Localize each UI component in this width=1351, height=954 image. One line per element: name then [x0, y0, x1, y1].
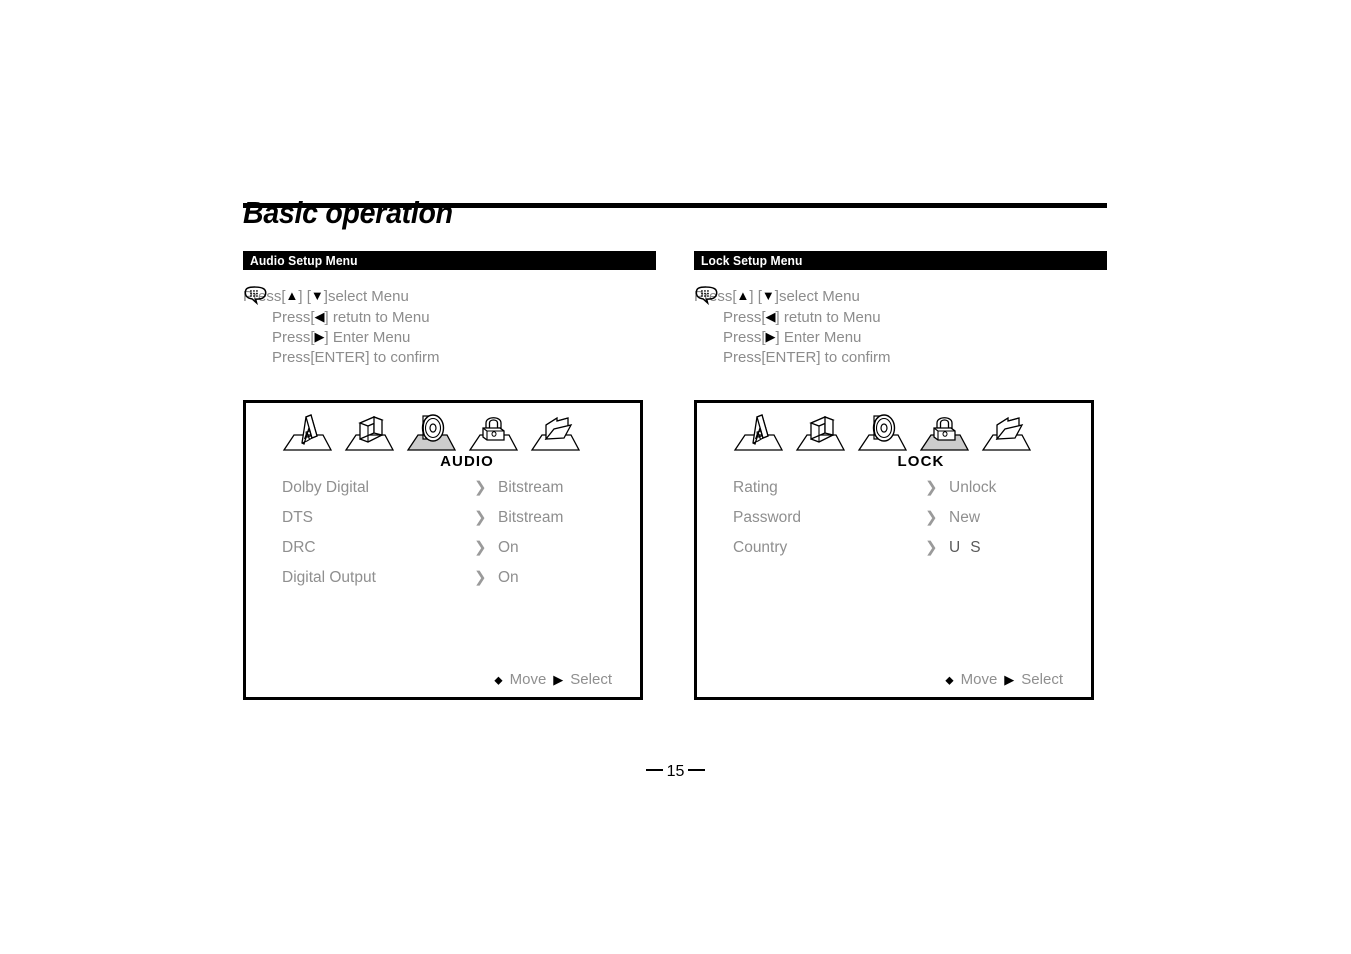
- menu-item-value: On: [498, 569, 519, 586]
- audio-mode-label: AUDIO: [440, 453, 494, 470]
- menu-item-label: Rating: [733, 479, 778, 496]
- right-arrow-icon: ▶: [1004, 672, 1015, 687]
- instruction-line-select: Press[▲] [▼]select Menu: [243, 288, 409, 305]
- video-box-icon[interactable]: [338, 409, 400, 455]
- instruction-line-confirm: Press[ENTER] to confirm: [723, 348, 891, 366]
- instruction-line-enter: Press[▶] Enter Menu: [723, 329, 862, 346]
- page-number: 15: [0, 763, 1351, 781]
- page-number-dash-left: [645, 769, 663, 771]
- instruction-line-return: Press[◀] retutn to Menu: [272, 308, 430, 326]
- menu-item-label: DRC: [282, 539, 316, 556]
- audio-screen-footer: ⬥ Move ▶ Select: [494, 671, 612, 688]
- menu-row-drc[interactable]: DRC ❯ On: [246, 533, 646, 563]
- language-letter-a-icon[interactable]: A: [727, 409, 789, 455]
- instruction-line-confirm: Press[ENTER] to confirm: [272, 348, 440, 366]
- audio-icon-row: A: [276, 409, 616, 455]
- language-letter-a-icon[interactable]: A: [276, 409, 338, 455]
- page-title: Basic operation: [243, 194, 453, 230]
- move-hint-label: Move: [960, 671, 998, 688]
- chevron-right-icon: ❯: [474, 539, 487, 556]
- menu-row-dts[interactable]: DTS ❯ Bitstream: [246, 503, 646, 533]
- chevron-right-icon: ❯: [925, 479, 938, 496]
- chevron-right-icon: ❯: [925, 509, 938, 526]
- lock-mode-label: LOCK: [897, 453, 945, 470]
- left-arrow-icon: ◀: [765, 308, 776, 324]
- up-down-arrow-icon: ⬥: [945, 673, 954, 687]
- speech-bubble-icon: [695, 286, 718, 306]
- down-arrow-icon: ▼: [761, 288, 775, 303]
- lock-padlock-icon[interactable]: [462, 409, 524, 455]
- title-underline-rule: [243, 203, 1107, 208]
- audio-section-title: Audio Setup Menu: [250, 253, 358, 268]
- menu-item-label: Digital Output: [282, 569, 376, 586]
- audio-instructions: Press[▲] [▼]select Menu Press[◀] retutn …: [243, 286, 658, 368]
- instruction-line-select: Press[▲] [▼]select Menu: [694, 288, 860, 305]
- country-code-part1: U: [949, 539, 961, 556]
- right-arrow-icon: ▶: [765, 329, 776, 344]
- lock-padlock-icon[interactable]: [913, 409, 975, 455]
- menu-item-value: Unlock: [949, 479, 997, 496]
- speech-bubble-icon: [244, 286, 267, 306]
- audio-menu-list: Dolby Digital ❯ Bitstream DTS ❯ Bitstrea…: [246, 473, 646, 593]
- up-arrow-icon: ▲: [736, 288, 750, 303]
- lock-section-bar: Lock Setup Menu: [694, 251, 1107, 270]
- menu-item-value: US: [949, 533, 981, 563]
- up-arrow-icon: ▲: [285, 288, 299, 303]
- video-box-icon[interactable]: [789, 409, 851, 455]
- down-arrow-icon: ▼: [310, 288, 324, 303]
- svg-text:A: A: [755, 431, 762, 441]
- menu-item-label: Password: [733, 509, 802, 526]
- right-arrow-icon: ▶: [553, 672, 564, 687]
- menu-row-dolby-digital[interactable]: Dolby Digital ❯ Bitstream: [246, 473, 646, 503]
- chevron-right-icon: ❯: [474, 509, 487, 526]
- audio-section-bar: Audio Setup Menu: [243, 251, 656, 270]
- select-hint-label: Select: [1021, 671, 1063, 688]
- select-hint-label: Select: [570, 671, 612, 688]
- menu-item-label: Dolby Digital: [282, 479, 370, 496]
- menu-row-rating[interactable]: Rating ❯ Unlock: [697, 473, 1097, 503]
- page-number-value: 15: [666, 763, 685, 780]
- manual-page: Basic operation Audio Setup Menu Press[▲…: [0, 0, 1351, 954]
- menu-item-value: Bitstream: [498, 509, 564, 526]
- up-down-arrow-icon: ⬥: [494, 673, 503, 687]
- instruction-line-return: Press[◀] retutn to Menu: [723, 308, 881, 326]
- lock-menu-list: Rating ❯ Unlock Password ❯ New Country ❯…: [697, 473, 1097, 563]
- others-folder-icon[interactable]: [524, 409, 586, 455]
- right-arrow-icon: ▶: [314, 329, 325, 344]
- menu-item-label: DTS: [282, 509, 313, 526]
- audio-setup-screen: A AUDIO Dolby Digital ❯ Bitstream DTS ❯ …: [243, 400, 643, 700]
- lock-instructions: Press[▲] [▼]select Menu Press[◀] retutn …: [694, 286, 1109, 368]
- menu-row-password[interactable]: Password ❯ New: [697, 503, 1097, 533]
- menu-row-country[interactable]: Country ❯ US: [697, 533, 1097, 563]
- chevron-right-icon: ❯: [474, 569, 487, 586]
- page-number-dash-right: [688, 769, 706, 771]
- lock-icon-row: A: [727, 409, 1067, 455]
- menu-item-value: On: [498, 539, 519, 556]
- svg-text:A: A: [304, 431, 311, 441]
- others-folder-icon[interactable]: [975, 409, 1037, 455]
- audio-disc-icon[interactable]: [851, 409, 913, 455]
- menu-item-value: Bitstream: [498, 479, 564, 496]
- instruction-line-enter: Press[▶] Enter Menu: [272, 329, 411, 346]
- menu-item-label: Country: [733, 539, 788, 556]
- left-arrow-icon: ◀: [314, 308, 325, 324]
- lock-section-title: Lock Setup Menu: [701, 253, 803, 268]
- menu-row-digital-output[interactable]: Digital Output ❯ On: [246, 563, 646, 593]
- move-hint-label: Move: [509, 671, 547, 688]
- lock-setup-screen: A LOCK Rating ❯ Unlock Password ❯ New Co…: [694, 400, 1094, 700]
- country-code-part2: S: [970, 539, 981, 556]
- chevron-right-icon: ❯: [925, 539, 938, 556]
- audio-disc-icon[interactable]: [400, 409, 462, 455]
- menu-item-value: New: [949, 509, 981, 526]
- lock-screen-footer: ⬥ Move ▶ Select: [945, 671, 1063, 688]
- chevron-right-icon: ❯: [474, 479, 487, 496]
